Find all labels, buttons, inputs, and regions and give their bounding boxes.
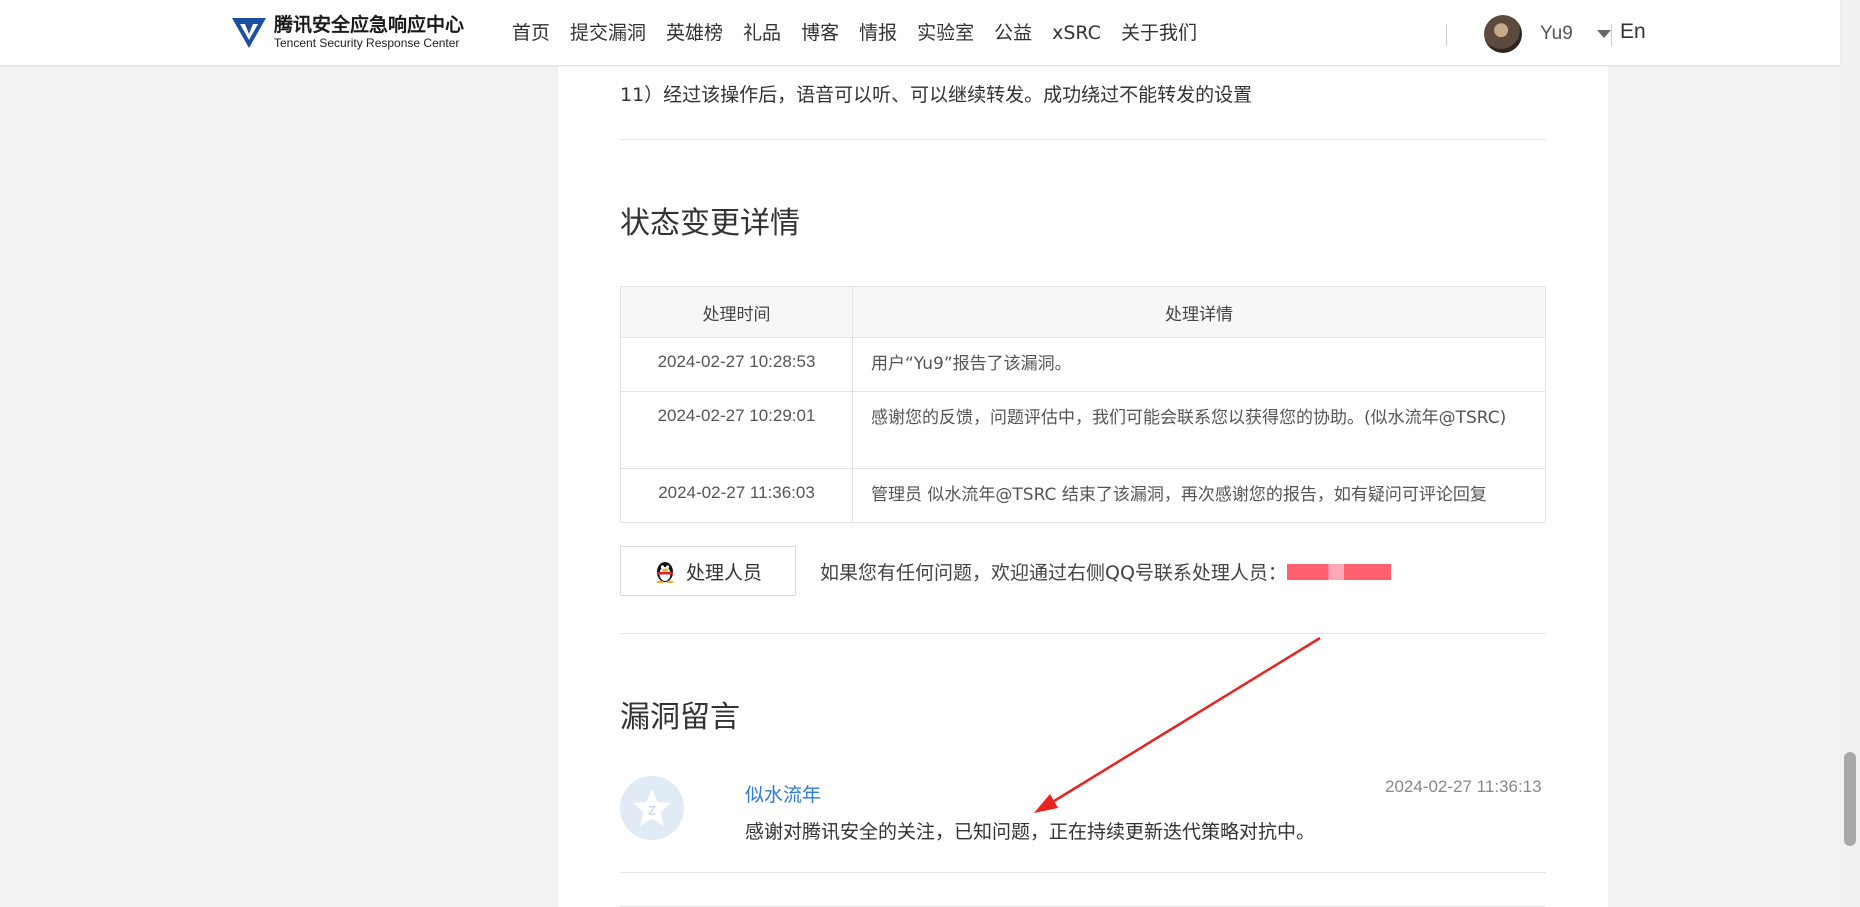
language-switch[interactable]: En — [1620, 20, 1646, 44]
comment-author[interactable]: 似水流年 — [745, 780, 821, 807]
table-header-time: 处理时间 — [620, 286, 853, 338]
divider — [620, 139, 1546, 140]
table-row: 2024-02-27 10:29:01 感谢您的反馈，问题评估中，我们可能会联系… — [620, 391, 1546, 469]
row-detail: 管理员 似水流年@TSRC 结束了该漏洞，再次感谢您的报告，如有疑问可评论回复 — [852, 468, 1546, 523]
row-time: 2024-02-27 10:28:53 — [620, 337, 853, 392]
row-time: 2024-02-27 10:29:01 — [620, 391, 853, 469]
top-navbar: 腾讯安全应急响应中心 Tencent Security Response Cen… — [0, 0, 1840, 66]
user-name[interactable]: Yu9 — [1540, 23, 1573, 45]
row-detail: 感谢您的反馈，问题评估中，我们可能会联系您以获得您的协助。(似水流年@TSRC) — [852, 391, 1546, 469]
nav-item-submit-vuln[interactable]: 提交漏洞 — [570, 20, 646, 46]
nav-item-intel[interactable]: 情报 — [859, 20, 897, 46]
handler-button-label: 处理人员 — [685, 561, 762, 584]
qq-penguin-icon — [656, 562, 674, 583]
tsrc-logo[interactable]: 腾讯安全应急响应中心 Tencent Security Response Cen… — [232, 14, 464, 50]
contact-text: 如果您有任何问题，欢迎通过右侧QQ号联系处理人员： — [820, 562, 1287, 584]
nav-item-lab[interactable]: 实验室 — [917, 20, 974, 46]
handler-button[interactable]: 处理人员 — [620, 546, 796, 596]
commenter-avatar: Z — [620, 776, 684, 840]
status-table: 处理时间 处理详情 2024-02-27 10:28:53 用户“Yu9”报告了… — [620, 286, 1546, 523]
nav-item-about[interactable]: 关于我们 — [1121, 20, 1197, 46]
table-row: 2024-02-27 10:28:53 用户“Yu9”报告了该漏洞。 — [620, 337, 1546, 392]
main-nav: 首页 提交漏洞 英雄榜 礼品 博客 情报 实验室 公益 xSRC 关于我们 — [512, 20, 1217, 46]
contact-info: 如果您有任何问题，欢迎通过右侧QQ号联系处理人员： — [820, 558, 1391, 585]
qzone-star-icon: Z — [633, 789, 671, 826]
nav-item-charity[interactable]: 公益 — [994, 20, 1032, 46]
divider — [620, 633, 1546, 634]
nav-item-gifts[interactable]: 礼品 — [743, 20, 781, 46]
tsrc-logo-icon — [232, 18, 266, 48]
status-section-title: 状态变更详情 — [620, 206, 800, 241]
user-menu[interactable]: Yu9 — [1484, 15, 1611, 53]
logo-subtitle: Tencent Security Response Center — [274, 36, 460, 50]
comment-time: 2024-02-27 11:36:13 — [1385, 777, 1542, 796]
table-header-detail: 处理详情 — [852, 286, 1546, 338]
row-detail: 用户“Yu9”报告了该漏洞。 — [852, 337, 1546, 392]
logo-title: 腾讯安全应急响应中心 — [274, 14, 465, 36]
svg-text:Z: Z — [648, 803, 656, 818]
report-step-text: 11）经过该操作后，语音可以听、可以继续转发。成功绕过不能转发的设置 — [620, 84, 1253, 106]
vertical-scrollbar[interactable] — [1840, 0, 1860, 907]
nav-divider — [1446, 24, 1447, 46]
nav-item-hall-of-fame[interactable]: 英雄榜 — [666, 20, 723, 46]
lang-divider — [1611, 24, 1612, 46]
divider — [620, 872, 1546, 873]
user-avatar[interactable] — [1484, 15, 1522, 53]
comment-text: 感谢对腾讯安全的关注，已知问题，正在持续更新迭代策略对抗中。 — [745, 821, 1316, 843]
redacted-qq-number — [1286, 563, 1391, 580]
nav-item-blog[interactable]: 博客 — [801, 20, 839, 46]
nav-item-home[interactable]: 首页 — [512, 20, 550, 46]
nav-item-xsrc[interactable]: xSRC — [1052, 20, 1101, 46]
chevron-down-icon[interactable] — [1596, 30, 1611, 38]
row-time: 2024-02-27 11:36:03 — [620, 468, 853, 523]
comments-section-title: 漏洞留言 — [620, 700, 740, 735]
table-row: 2024-02-27 11:36:03 管理员 似水流年@TSRC 结束了该漏洞… — [620, 468, 1546, 523]
scrollbar-thumb[interactable] — [1844, 752, 1856, 846]
